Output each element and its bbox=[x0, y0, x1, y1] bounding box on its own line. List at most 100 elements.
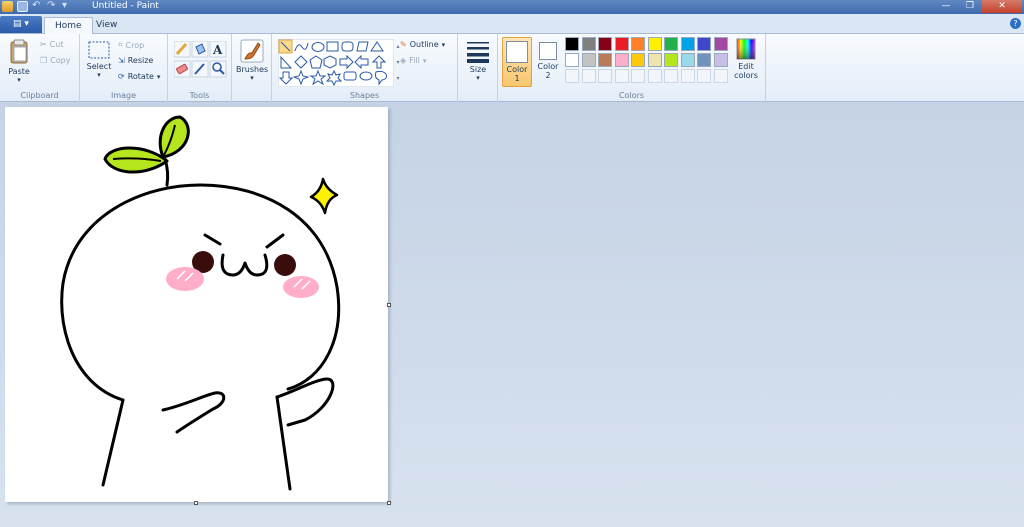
text-icon[interactable]: A bbox=[209, 41, 227, 58]
size-group: Size ▾ bbox=[458, 34, 498, 102]
custom-color-slot[interactable] bbox=[581, 69, 596, 83]
custom-color-slot[interactable] bbox=[647, 69, 662, 83]
paint-menu-button[interactable]: ▤ ▾ bbox=[0, 16, 42, 33]
rotate-icon: ⟳ bbox=[118, 72, 125, 81]
paintbrush-icon bbox=[240, 39, 264, 63]
color-swatch[interactable] bbox=[598, 53, 612, 67]
customize-qat-icon[interactable]: ▾ bbox=[62, 1, 73, 12]
custom-color-slot[interactable] bbox=[697, 69, 711, 83]
close-button[interactable]: ✕ bbox=[982, 0, 1022, 13]
drawing-canvas[interactable] bbox=[5, 107, 388, 502]
shapes-gallery[interactable] bbox=[278, 39, 394, 87]
custom-color-slot[interactable] bbox=[680, 69, 695, 83]
sprout-leaf-right bbox=[158, 115, 190, 159]
color-swatch[interactable] bbox=[713, 37, 728, 51]
magnifier-icon[interactable] bbox=[209, 60, 227, 78]
crop-button[interactable]: ⌗ Crop bbox=[118, 40, 144, 50]
custom-color-slot[interactable] bbox=[631, 69, 645, 83]
svg-text:A: A bbox=[212, 43, 223, 57]
color-swatch[interactable] bbox=[631, 37, 645, 51]
brushes-dropdown-icon[interactable]: ▾ bbox=[236, 74, 268, 82]
outline-dropdown-icon: ▾ bbox=[441, 40, 446, 49]
edit-colors-button[interactable]: Edit colors bbox=[730, 38, 762, 80]
brushes-button[interactable]: Brushes ▾ bbox=[236, 39, 268, 82]
angry-brow-right bbox=[265, 233, 285, 249]
eraser-icon[interactable] bbox=[174, 60, 191, 78]
blush-left bbox=[166, 267, 204, 291]
save-icon[interactable] bbox=[17, 1, 28, 12]
tools-grid: A bbox=[174, 41, 227, 78]
clipboard-icon bbox=[10, 39, 28, 64]
image-group: Select ▾ ⌗ Crop ⇲ Resize ⟳ Rotate ▾ Imag… bbox=[80, 34, 168, 102]
custom-color-slot[interactable] bbox=[664, 69, 678, 83]
color-swatch[interactable] bbox=[713, 53, 728, 67]
right-body-line bbox=[275, 395, 292, 491]
copy-button[interactable]: ❐ Copy bbox=[40, 56, 70, 65]
paste-dropdown-icon[interactable]: ▾ bbox=[5, 76, 33, 84]
rotate-dropdown-icon: ▾ bbox=[156, 72, 161, 81]
color-swatch[interactable] bbox=[598, 37, 612, 51]
ribbon-tabs: ▤ ▾ Home View ? bbox=[0, 14, 1024, 34]
size-dropdown-icon[interactable]: ▾ bbox=[462, 74, 494, 82]
tools-group: A Tools bbox=[168, 34, 232, 102]
tab-view[interactable]: View bbox=[86, 17, 127, 34]
color-picker-icon[interactable] bbox=[191, 60, 209, 78]
color1-button[interactable]: Color 1 bbox=[502, 37, 532, 87]
size-button[interactable]: Size ▾ bbox=[462, 39, 494, 82]
shapes-group: ▴ ▾ ▾ ✎ Outline ▾ ◈ Fill ▾ Shapes bbox=[272, 34, 458, 102]
angry-brow-left bbox=[203, 233, 222, 246]
color-spectrum-icon bbox=[736, 38, 756, 60]
cut-button[interactable]: ✂ Cut bbox=[40, 40, 64, 49]
redo-icon[interactable]: ↷ bbox=[47, 1, 58, 12]
color-swatch[interactable] bbox=[664, 53, 678, 67]
color-palette bbox=[565, 37, 731, 89]
color-swatch[interactable] bbox=[614, 37, 629, 51]
canvas-resize-handle-bottom[interactable] bbox=[194, 501, 198, 505]
outline-button[interactable]: ✎ Outline ▾ bbox=[400, 40, 445, 49]
brushes-group: Brushes ▾ bbox=[232, 34, 272, 102]
select-button[interactable]: Select ▾ bbox=[85, 40, 113, 79]
custom-color-slot[interactable] bbox=[614, 69, 629, 83]
color-swatch[interactable] bbox=[697, 37, 711, 51]
minimize-button[interactable]: — bbox=[934, 0, 958, 13]
fill-icon: ◈ bbox=[400, 56, 407, 65]
resize-button[interactable]: ⇲ Resize bbox=[118, 56, 153, 65]
color-swatch[interactable] bbox=[565, 37, 579, 51]
quick-access-toolbar: ↶ ↷ ▾ bbox=[2, 1, 73, 12]
color-swatch[interactable] bbox=[697, 53, 711, 67]
canvas-resize-handle-corner[interactable] bbox=[387, 501, 391, 505]
color-swatch[interactable] bbox=[581, 37, 596, 51]
undo-icon[interactable]: ↶ bbox=[32, 1, 43, 12]
custom-color-slot[interactable] bbox=[565, 69, 579, 83]
color-swatch[interactable] bbox=[647, 53, 662, 67]
fill-bucket-icon[interactable] bbox=[191, 41, 209, 58]
color1-swatch bbox=[506, 41, 528, 63]
color2-swatch bbox=[539, 42, 557, 60]
color-swatch[interactable] bbox=[664, 37, 678, 51]
help-icon[interactable]: ? bbox=[1010, 18, 1021, 29]
color-swatch[interactable] bbox=[680, 53, 695, 67]
fill-button[interactable]: ◈ Fill ▾ bbox=[400, 56, 426, 65]
color-swatch[interactable] bbox=[614, 53, 629, 67]
custom-color-slot[interactable] bbox=[598, 69, 612, 83]
color-swatch[interactable] bbox=[565, 53, 579, 67]
color-swatch[interactable] bbox=[631, 53, 645, 67]
color-swatch[interactable] bbox=[581, 53, 596, 67]
shapes-group-label: Shapes bbox=[349, 91, 380, 100]
rotate-button[interactable]: ⟳ Rotate ▾ bbox=[118, 72, 160, 81]
canvas-resize-handle-right[interactable] bbox=[387, 303, 391, 307]
resize-icon: ⇲ bbox=[118, 56, 125, 65]
fill-dropdown-icon: ▾ bbox=[422, 56, 427, 65]
color2-button[interactable]: Color 2 bbox=[535, 37, 561, 87]
title-bar: ↶ ↷ ▾ Untitled - Paint — ❐ ✕ bbox=[0, 0, 1024, 14]
paint-app-icon[interactable] bbox=[2, 1, 13, 12]
color-swatch[interactable] bbox=[647, 37, 662, 51]
color-swatch[interactable] bbox=[680, 37, 695, 51]
window-title: Untitled - Paint bbox=[92, 1, 159, 11]
custom-color-slot[interactable] bbox=[713, 69, 728, 83]
sparkle-star bbox=[309, 177, 339, 215]
pencil-icon[interactable] bbox=[174, 41, 191, 58]
maximize-button[interactable]: ❐ bbox=[958, 0, 982, 13]
paste-button[interactable]: Paste ▾ bbox=[5, 39, 33, 84]
select-dropdown-icon[interactable]: ▾ bbox=[85, 71, 113, 79]
